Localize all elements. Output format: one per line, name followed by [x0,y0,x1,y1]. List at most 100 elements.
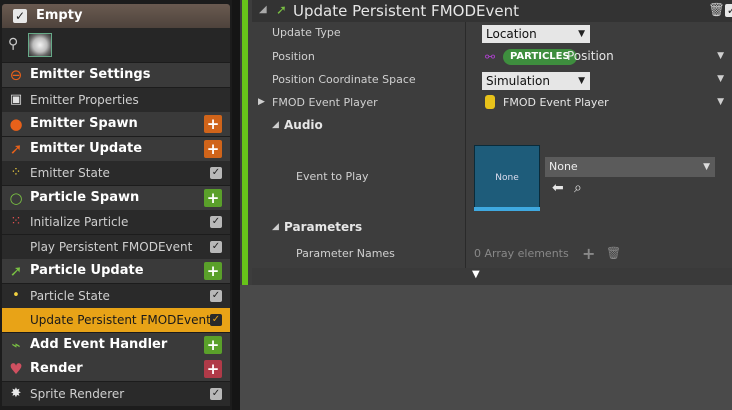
module-enabled-checkbox[interactable]: ✓ [210,387,222,400]
stack-row[interactable]: ○ Particle Spawn + [2,185,230,210]
module-enabled-checkbox[interactable]: ✓ [725,4,732,17]
module-title-bar: ◢ ➚ Update Persistent FMODEvent 🗑 ✓ [252,0,732,22]
position-label: Position [272,50,315,63]
fmod-icon [485,95,495,109]
advanced-expander[interactable] [252,268,732,285]
particle-spawn-icon: ○ [9,188,23,207]
add-module-button[interactable]: + [204,262,222,280]
parameter-names-label: Parameter Names [296,247,395,260]
event-player-label: FMOD Event Player [272,96,378,109]
emitter-thumbnail[interactable] [28,33,52,57]
emitter-update-icon: ➚ [9,139,23,158]
event-player-row: ▶ FMOD Event Player FMOD Event Player ▼ [252,92,732,115]
collapse-arrow-icon[interactable]: ◢ [259,4,267,15]
add-module-button[interactable]: + [204,115,222,133]
position-value[interactable]: ⚯ PARTICLES Position [477,46,732,69]
stack-row[interactable]: ⁙ Initialize Particle ✓ [2,210,230,234]
render-icon: ♥ [9,360,23,378]
module-title: Update Persistent FMODEvent [293,2,519,20]
audio-category-label: Audio [284,118,323,132]
event-asset-value: None [549,160,578,173]
event-asset-picker[interactable]: None ▼ [545,157,715,177]
selection-details-panel: ◢ ➚ Update Persistent FMODEvent 🗑 ✓ Upda… [240,0,732,410]
update-type-label: Update Type [272,26,341,39]
chevron-down-icon[interactable]: ▼ [717,97,724,107]
state-dots-icon: ⁘ [10,165,22,180]
stack-row[interactable]: ● Emitter Spawn + [2,112,230,136]
stack-row-label: Sprite Renderer [30,386,125,401]
stack-row-label: Emitter Spawn [30,116,138,131]
event-asset-thumbnail[interactable]: None [474,145,540,211]
link-icon: ⚯ [485,50,496,64]
emitter-title: Empty [36,8,83,23]
browse-search-icon[interactable]: ⌕ [574,180,582,196]
stack-row-label: Particle Update [30,263,144,278]
stack-row[interactable]: ✸ Sprite Renderer ✓ [2,381,230,406]
stack-row-label: Play Persistent FMODEvent [30,239,193,254]
panel-splitter[interactable] [232,0,240,410]
stack-row[interactable]: ➚ Particle Update + [2,259,230,283]
module-enabled-checkbox[interactable]: ✓ [210,314,222,326]
event-to-play-label: Event to Play [296,170,369,183]
emitter-enabled-checkbox[interactable]: ✓ [13,9,27,23]
emitter-stack-panel: ✓ Empty ⚲ ⊖ Emitter Settings ▣ Emitter Prop… [0,0,232,410]
coordinate-space-label: Position Coordinate Space [272,73,416,86]
stack-row[interactable]: ➚ Emitter Update + [2,136,230,161]
emitter-thumbnail-row: ⚲ [2,28,230,62]
stack-row[interactable]: ⌁ Add Event Handler + [2,332,230,357]
stack-row-label: Emitter Properties [30,92,139,107]
stack-row[interactable]: Update Persistent FMODEvent ✓ [2,308,230,332]
stack-row[interactable]: ⊖ Emitter Settings [2,63,230,87]
stack-row[interactable]: ▣ Emitter Properties [2,87,230,112]
sprite-icon: ✸ [10,385,22,401]
coordinate-space-row: Position Coordinate Space Simulation ▼ ▼ [252,69,732,92]
audio-category[interactable]: ◢ Audio [252,115,732,137]
update-type-value: Location [486,27,537,41]
chevron-down-icon: ▼ [703,162,710,172]
module-details: ◢ ➚ Update Persistent FMODEvent 🗑 ✓ Upda… [240,0,732,285]
event-player-value[interactable]: FMOD Event Player [477,92,707,115]
dot-icon: • [12,287,20,303]
stack-row[interactable]: Play Persistent FMODEvent ✓ [2,234,230,259]
add-module-button[interactable]: + [204,360,222,378]
cpu-icon: ▣ [9,91,23,107]
parameters-category[interactable]: ◢ Parameters [252,217,732,239]
add-module-button[interactable]: + [204,188,222,207]
chevron-down-icon: ▼ [578,29,585,39]
particle-update-icon: ➚ [9,262,23,280]
add-module-button[interactable]: + [204,335,222,354]
pin-icon[interactable]: ⚲ [8,36,18,52]
update-type-dropdown[interactable]: Location ▼ [482,25,590,43]
module-enabled-checkbox[interactable]: ✓ [210,289,222,302]
particles-namespace-pill: PARTICLES [503,49,577,65]
coordinate-space-dropdown[interactable]: Simulation ▼ [482,72,590,90]
stack-row-label: Emitter Update [30,140,143,156]
stack-row-label: Initialize Particle [30,215,129,229]
use-selected-arrow-icon[interactable]: ⬅ [552,180,564,196]
emitter-header[interactable]: ✓ Empty [2,4,230,28]
module-enabled-checkbox[interactable]: ✓ [210,167,222,179]
stack-row[interactable]: ⁘ Emitter State ✓ [2,161,230,185]
chevron-down-icon[interactable]: ▼ [717,51,724,61]
event-handler-icon: ⌁ [11,335,21,354]
module-enabled-checkbox[interactable]: ✓ [210,240,222,253]
stack-row[interactable]: ♥ Render + [2,357,230,381]
stack-row-label: Emitter Settings [30,67,151,82]
trash-icon[interactable]: 🗑 [708,3,725,18]
parameters-category-label: Parameters [284,220,363,234]
asset-type-strip [474,207,540,211]
trash-icon[interactable]: 🗑 [606,246,621,260]
module-enabled-checkbox[interactable]: ✓ [210,216,222,228]
add-element-icon[interactable]: + [582,244,595,263]
expand-arrow-icon[interactable]: ▶ [258,97,265,107]
stack-row-label: Particle Spawn [30,189,140,205]
update-type-row: Update Type Location ▼ [252,22,732,45]
stack-row-label: Update Persistent FMODEvent [30,313,211,327]
expand-advanced-icon[interactable]: ▼ [472,269,480,280]
chevron-down-icon[interactable]: ▼ [717,74,724,84]
stack-row[interactable]: • Particle State ✓ [2,283,230,308]
module-color-bar [242,0,248,285]
add-module-button[interactable]: + [204,139,222,158]
stack-row-label: Particle State [30,288,110,303]
particle-update-icon: ➚ [276,3,287,18]
